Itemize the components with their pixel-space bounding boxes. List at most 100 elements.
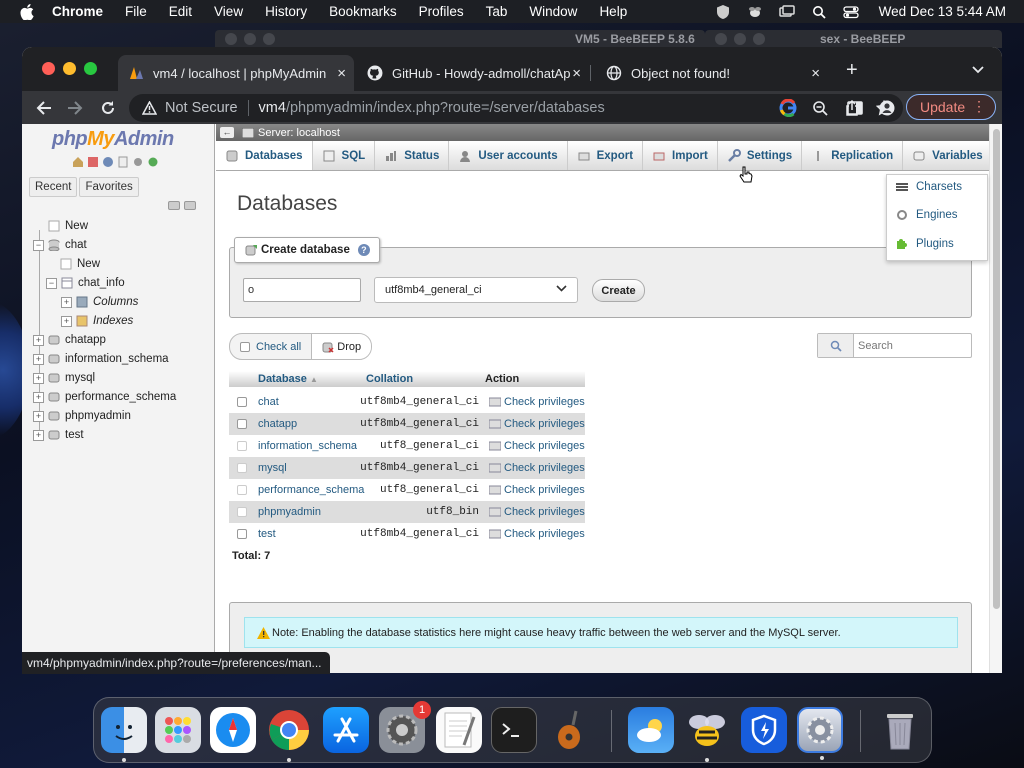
tab-settings[interactable]: Settings <box>718 141 803 170</box>
drop-button[interactable]: Drop <box>311 334 372 359</box>
security-label[interactable]: Not Secure <box>165 100 238 116</box>
zoom-window-button[interactable] <box>84 62 97 75</box>
menu-window[interactable]: Window <box>529 4 577 19</box>
tree-db-performance-schema[interactable]: + performance_schema <box>33 388 176 406</box>
row-database-name[interactable]: information_schema <box>258 440 357 452</box>
check-privileges-link[interactable]: Check privileges <box>489 462 585 474</box>
bee-status-icon[interactable] <box>747 4 763 20</box>
tab-replication[interactable]: Replication <box>802 141 904 170</box>
shield-status-icon[interactable] <box>715 4 731 20</box>
nav-tab-favorites[interactable]: Favorites <box>79 177 139 197</box>
collapse-minus-icon[interactable]: − <box>33 239 44 251</box>
scrollbar-thumb[interactable] <box>993 129 1000 609</box>
check-privileges-link[interactable]: Check privileges <box>489 396 585 408</box>
menu-item-charsets[interactable]: Charsets <box>895 178 962 196</box>
system-settings-icon[interactable]: 1 <box>379 701 431 753</box>
background-window-beebeep[interactable]: sex - BeeBEEP <box>705 30 1002 48</box>
chrome-icon[interactable] <box>266 707 312 762</box>
collapse-minus-icon[interactable]: − <box>46 277 57 289</box>
row-checkbox[interactable] <box>237 419 247 429</box>
safari-icon[interactable] <box>210 707 256 753</box>
expand-plus-icon[interactable]: + <box>33 334 44 346</box>
home-icon[interactable] <box>72 156 84 168</box>
tree-db-phpmyadmin[interactable]: + phpmyadmin <box>33 407 131 425</box>
check-privileges-link[interactable]: Check privileges <box>489 418 585 430</box>
trash-icon[interactable] <box>877 707 923 753</box>
screen-mirroring-icon[interactable] <box>778 4 795 20</box>
help-icon[interactable] <box>102 156 114 168</box>
search-input[interactable]: Search <box>854 334 971 357</box>
menu-app-chrome[interactable]: Chrome <box>52 4 103 19</box>
textedit-icon[interactable] <box>436 707 482 753</box>
address-bar[interactable]: Not Secure vm4/phpmyadmin/index.php?rout… <box>129 94 903 122</box>
logout-icon[interactable] <box>87 156 99 168</box>
tree-db-information-schema[interactable]: + information_schema <box>33 350 169 368</box>
close-tab-icon[interactable]: × <box>572 65 581 82</box>
collation-select[interactable]: utf8mb4_general_ci <box>374 277 578 303</box>
utility-gear-icon[interactable] <box>797 707 843 760</box>
nav-tab-recent[interactable]: Recent <box>29 177 78 197</box>
expand-plus-icon[interactable]: + <box>33 391 44 403</box>
check-privileges-link[interactable]: Check privileges <box>489 484 585 496</box>
apple-logo-icon[interactable] <box>18 3 36 21</box>
menu-file[interactable]: File <box>125 4 147 19</box>
launchpad-icon[interactable] <box>155 707 201 753</box>
tree-chat-new-table[interactable]: New <box>59 255 100 273</box>
bitwarden-icon[interactable] <box>741 707 787 753</box>
tree-columns[interactable]: + Columns <box>61 293 138 311</box>
new-tab-plus-icon[interactable]: + <box>846 60 858 80</box>
expand-plus-icon[interactable]: + <box>61 315 72 327</box>
menu-profiles[interactable]: Profiles <box>419 4 464 19</box>
menu-item-plugins[interactable]: Plugins <box>895 235 954 253</box>
docs-icon[interactable] <box>117 156 129 168</box>
tab-search-chevron-icon[interactable] <box>972 63 984 77</box>
column-header-collation[interactable]: Collation <box>366 373 413 385</box>
garageband-icon[interactable] <box>547 707 593 753</box>
link-with-main-icon[interactable] <box>184 201 196 210</box>
terminal-icon[interactable] <box>491 707 537 753</box>
app-store-icon[interactable] <box>323 707 369 753</box>
control-center-icon[interactable] <box>843 4 859 20</box>
collapse-nav-arrow-icon[interactable]: ← <box>220 127 234 138</box>
menu-history[interactable]: History <box>265 4 307 19</box>
warning-triangle-icon[interactable] <box>141 100 157 116</box>
row-checkbox[interactable] <box>237 529 247 539</box>
expand-plus-icon[interactable]: + <box>33 429 44 441</box>
help-question-icon[interactable]: ? <box>357 244 370 256</box>
check-privileges-link[interactable]: Check privileges <box>489 506 585 518</box>
tree-table-chat-info[interactable]: − chat_info <box>46 274 125 292</box>
menu-item-engines[interactable]: Engines <box>895 206 958 224</box>
tab-import[interactable]: Import <box>643 141 718 170</box>
back-arrow-icon[interactable] <box>35 99 53 117</box>
tab-status[interactable]: Status <box>375 141 450 170</box>
check-privileges-link[interactable]: Check privileges <box>489 528 585 540</box>
kebab-menu-icon[interactable]: ⋮ <box>972 98 986 115</box>
tab-variables[interactable]: Variables <box>903 141 993 170</box>
tab-github[interactable]: GitHub - Howdy-admoll/chatAp × <box>357 55 589 91</box>
check-privileges-link[interactable]: Check privileges <box>489 440 585 452</box>
tab-user-accounts[interactable]: User accounts <box>449 141 568 170</box>
database-name-input[interactable]: o <box>243 278 361 302</box>
menu-edit[interactable]: Edit <box>169 4 192 19</box>
close-tab-icon[interactable]: × <box>337 65 346 82</box>
tree-indexes[interactable]: + Indexes <box>61 312 133 330</box>
update-button[interactable]: Update ⋮ <box>906 94 996 120</box>
background-window-vm5[interactable]: VM5 - BeeBEEP 5.8.6 <box>215 30 705 48</box>
collapse-all-icon[interactable] <box>168 201 180 210</box>
google-lens-icon[interactable] <box>779 99 797 117</box>
check-all-checkbox[interactable] <box>240 341 250 352</box>
tree-new-database[interactable]: New <box>33 217 88 235</box>
spotlight-search-icon[interactable] <box>811 4 827 20</box>
row-database-name[interactable]: chatapp <box>258 418 297 430</box>
beebeep-icon[interactable] <box>684 707 730 762</box>
row-database-name[interactable]: test <box>258 528 276 540</box>
phpmyadmin-logo[interactable]: phpMyAdmin <box>52 128 174 151</box>
finder-icon[interactable] <box>101 707 147 762</box>
row-database-name[interactable]: performance_schema <box>258 484 364 496</box>
page-scrollbar[interactable] <box>989 124 1002 673</box>
side-panel-icon[interactable] <box>846 99 864 117</box>
tab-export[interactable]: Export <box>568 141 644 170</box>
tab-sql[interactable]: SQL <box>313 141 376 170</box>
settings-gear-icon[interactable] <box>132 156 144 168</box>
menu-help[interactable]: Help <box>599 4 627 19</box>
